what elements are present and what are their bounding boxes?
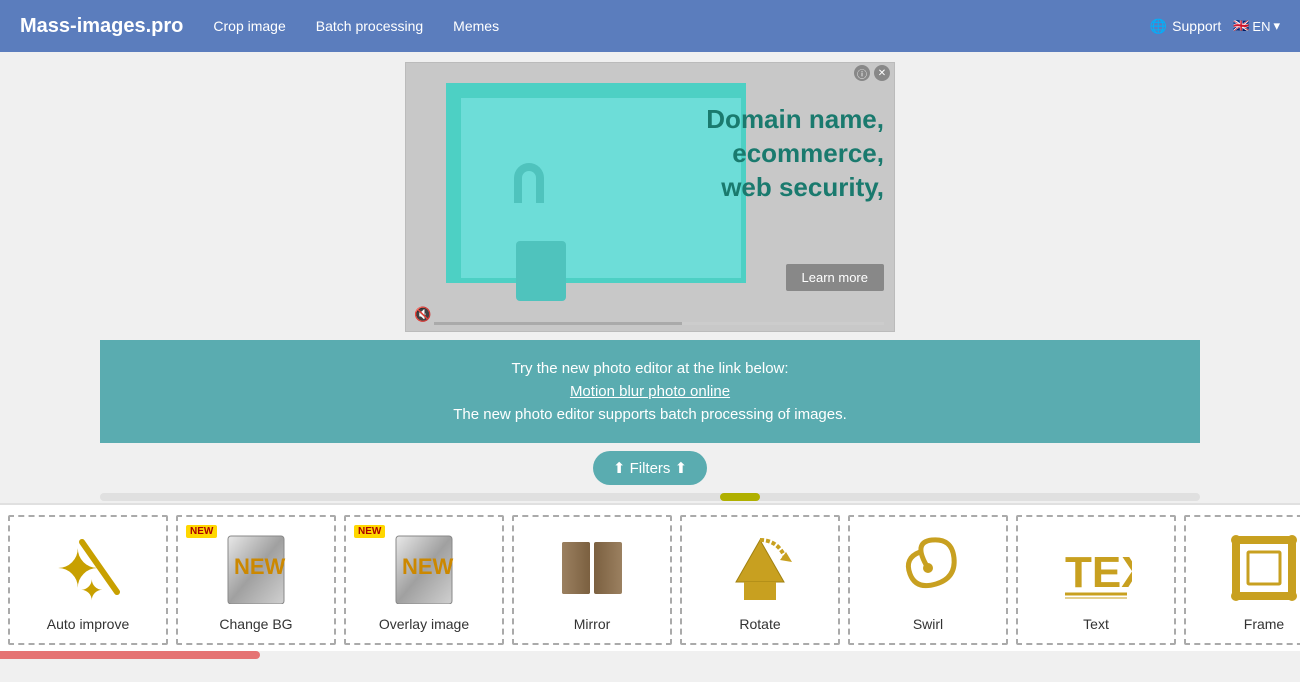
language-selector[interactable]: 🇬🇧 EN ▾ [1233, 18, 1280, 34]
ad-info-bar: ⓘ ✕ [850, 63, 894, 83]
tool-card-rotate[interactable]: Rotate [680, 515, 840, 645]
info-bar-text1: Try the new photo editor at the link bel… [130, 360, 1170, 377]
ad-teal-background2 [461, 98, 741, 278]
new-badge: NEW [354, 525, 385, 538]
tool-icon-frame [1224, 528, 1300, 608]
svg-text:TEXT: TEXT [1065, 548, 1132, 597]
filters-button[interactable]: ⬆ Filters ⬆ [593, 451, 707, 485]
tool-label-mirror: Mirror [574, 616, 611, 632]
tool-card-change-bg[interactable]: NEW NEW Change BG [176, 515, 336, 645]
ad-mute-icon[interactable]: 🔇 [414, 306, 431, 323]
brand-link[interactable]: Mass-images.pro [20, 15, 183, 38]
svg-text:NEW: NEW [234, 554, 286, 579]
tool-icon-mirror [552, 528, 632, 608]
support-globe-icon: 🌐 [1150, 18, 1167, 35]
svg-text:NEW: NEW [402, 554, 454, 579]
navbar: Mass-images.pro Crop image Batch process… [0, 0, 1300, 52]
lock-shackle [514, 163, 544, 203]
nav-batch-processing[interactable]: Batch processing [316, 18, 423, 34]
tool-label-change-bg: Change BG [219, 616, 292, 632]
ad-progress-bar [434, 322, 884, 325]
bottom-progress-bar [0, 651, 260, 659]
lock-illustration [506, 201, 576, 311]
ad-banner: ⓘ ✕ Domain name,ecommerce,web security, … [405, 62, 895, 332]
tool-label-overlay-image: Overlay image [379, 616, 469, 632]
flag-icon: 🇬🇧 [1233, 18, 1249, 34]
chevron-down-icon: ▾ [1273, 18, 1280, 34]
tool-icon-rotate [720, 528, 800, 608]
ad-learn-more-button[interactable]: Learn more [786, 264, 884, 291]
ad-headline: Domain name,ecommerce,web security, [706, 103, 884, 204]
tool-label-frame: Frame [1244, 616, 1284, 632]
nav-memes[interactable]: Memes [453, 18, 499, 34]
tool-label-swirl: Swirl [913, 616, 943, 632]
tool-card-swirl[interactable]: Swirl [848, 515, 1008, 645]
tool-icon-overlay-image: NEW [384, 528, 464, 608]
ad-info-icon[interactable]: ⓘ [854, 65, 870, 81]
lock-body [516, 241, 566, 301]
ad-close-icon[interactable]: ✕ [874, 65, 890, 81]
tool-icon-auto-improve: ✦✦ [48, 528, 128, 608]
language-label: EN [1252, 19, 1270, 34]
tool-card-auto-improve[interactable]: ✦✦ Auto improve [8, 515, 168, 645]
ad-container: ⓘ ✕ Domain name,ecommerce,web security, … [0, 52, 1300, 340]
filters-row: ⬆ Filters ⬆ [0, 451, 1300, 485]
tool-card-mirror[interactable]: Mirror [512, 515, 672, 645]
tool-icon-swirl [888, 528, 968, 608]
info-bar-text2: The new photo editor supports batch proc… [130, 406, 1170, 423]
support-link[interactable]: 🌐 Support [1150, 18, 1221, 35]
navbar-right: 🌐 Support 🇬🇧 EN ▾ [1150, 18, 1280, 35]
info-bar: Try the new photo editor at the link bel… [100, 340, 1200, 443]
tool-icon-change-bg: NEW [216, 528, 296, 608]
svg-text:✦: ✦ [80, 575, 103, 604]
ad-text-area: Domain name,ecommerce,web security, [706, 103, 884, 204]
horizontal-scrollbar[interactable] [100, 493, 1200, 501]
main-area: ⓘ ✕ Domain name,ecommerce,web security, … [0, 52, 1300, 682]
ad-progress-fill [434, 322, 682, 325]
scrollbar-thumb[interactable] [720, 493, 760, 501]
bottom-bar [0, 651, 1300, 659]
motion-blur-link[interactable]: Motion blur photo online [130, 383, 1170, 400]
new-badge: NEW [186, 525, 217, 538]
tool-card-overlay-image[interactable]: NEW NEW Overlay image [344, 515, 504, 645]
tool-card-frame[interactable]: Frame [1184, 515, 1300, 645]
nav-crop-image[interactable]: Crop image [213, 18, 285, 34]
tool-card-text[interactable]: TEXT Text [1016, 515, 1176, 645]
tool-label-rotate: Rotate [739, 616, 780, 632]
tool-label-auto-improve: Auto improve [47, 616, 129, 632]
tool-label-text: Text [1083, 616, 1109, 632]
tool-icon-text: TEXT [1056, 528, 1136, 608]
tools-row: ✦✦ Auto improve NEW NEW Change BG NEW NEW Overl… [0, 503, 1300, 651]
